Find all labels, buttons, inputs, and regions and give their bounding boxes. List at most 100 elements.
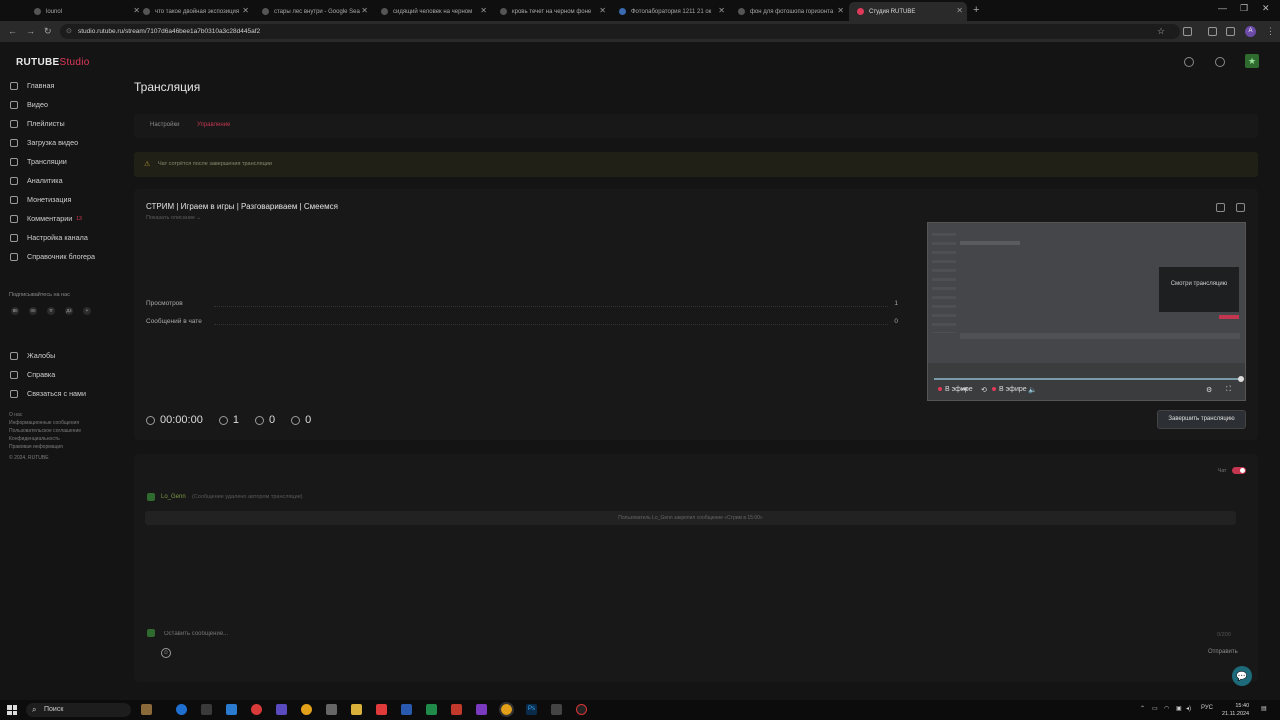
message-author[interactable]: Lo_Genn [161,494,186,500]
browser-tab[interactable]: что такое двойная экспозиция ✕ [135,2,253,21]
close-icon[interactable]: ✕ [361,6,368,15]
chat-toggle[interactable] [1232,467,1246,474]
file-manager-icon[interactable] [201,704,212,715]
extensions-icon[interactable] [1183,27,1192,36]
sidebar-item-home[interactable]: Главная [10,81,54,90]
finish-stream-button[interactable]: Завершить трансляцию [1157,410,1246,429]
chat-message-input[interactable] [164,631,1064,637]
tab-management[interactable]: Управление [197,122,230,128]
skip-next-icon[interactable]: ⏭ [961,386,967,394]
tray-lang[interactable]: РУС [1201,705,1213,711]
footer-link-legal[interactable]: Правовая информация [9,444,63,450]
window-close-icon[interactable]: ✕ [1262,3,1270,14]
close-icon[interactable]: ✕ [956,6,963,15]
browser-tab[interactable]: стары лес внутри - Google Sea ✕ [254,2,372,21]
excel-icon[interactable] [426,704,437,715]
obs-icon[interactable] [576,704,587,715]
send-button[interactable]: Отправить [1208,649,1238,655]
url-bar[interactable]: ⊙ studio.rutube.ru/stream/7107d6a46bee1a… [60,24,1180,39]
fullscreen-icon[interactable]: ⛶ [1226,386,1231,394]
footer-link-info[interactable]: Информационные сообщения [9,420,79,426]
sidebar-item-comments[interactable]: Комментарии 13 [10,214,82,223]
network-icon[interactable]: ▣ [1176,705,1182,712]
sidebar-item-streams[interactable]: Трансляции [10,157,67,166]
browser-tab[interactable]: Фотолаборатория 1211 21 ок ✕ [611,2,729,21]
sidebar-item-channel-settings[interactable]: Настройка канала [10,233,88,242]
widget-icon[interactable] [141,704,152,715]
app-icon[interactable] [551,704,562,715]
vk-icon[interactable]: вк [11,307,19,315]
show-description-link[interactable]: Показать описание ⌄ [146,215,201,221]
notifications-bell-icon[interactable] [1215,57,1225,67]
sidebar-item-blogger-guide[interactable]: Справочник блогера [10,252,95,261]
yandex-browser-icon[interactable] [251,704,262,715]
volume-icon[interactable]: 🔈 [1028,386,1037,394]
more-social-icon[interactable]: + [83,307,91,315]
close-icon[interactable]: ✕ [480,6,487,15]
share-icon[interactable] [1216,203,1225,212]
telegram-icon[interactable]: тг [47,307,55,315]
browser-tab[interactable]: фон для фотошопа горизонта ✕ [730,2,848,21]
profile-avatar[interactable]: А [1245,26,1256,37]
close-icon[interactable]: ✕ [599,6,606,15]
bookmark-star-icon[interactable]: ☆ [1157,26,1165,37]
app-icon[interactable] [276,704,287,715]
downloads-icon[interactable] [1208,27,1217,36]
sidebar-item-upload[interactable]: Загрузка видео [10,138,78,147]
progress-knob[interactable] [1238,376,1244,382]
footer-link-terms[interactable]: Пользовательское соглашение [9,428,81,434]
browser-tab[interactable]: сидящий человек на черном ✕ [373,2,491,21]
sidebar-item-monetization[interactable]: Монетизация [10,195,71,204]
sidebar-item-video[interactable]: Видео [10,100,48,109]
player-progress-bar[interactable] [934,376,1244,382]
chrome-active-icon[interactable] [499,702,514,717]
channel-avatar[interactable]: ★ [1245,54,1259,68]
footer-link-about[interactable]: О нас [9,412,22,418]
photoshop-icon[interactable]: Ps [526,704,537,715]
stream-player[interactable]: Смотри трансляцию В эфире ⏭ ⟲ В эфире 🔈 … [927,222,1246,401]
rutube-studio-logo[interactable]: RUTUBEStudio [16,57,90,68]
new-tab-button[interactable]: + [973,4,979,16]
calculator-icon[interactable] [326,704,337,715]
minimize-icon[interactable]: — [1218,3,1227,13]
wifi-icon[interactable]: ◠ [1164,705,1169,712]
yandex-icon[interactable] [376,704,387,715]
browser-tab[interactable]: lounol ✕ [26,2,144,21]
external-link-icon[interactable] [1236,203,1245,212]
sidebar-item-playlists[interactable]: Плейлисты [10,119,65,128]
footer-link-privacy[interactable]: Конфиденциальность [9,436,60,442]
forward-icon[interactable]: → [26,26,35,36]
folder-icon[interactable] [351,704,362,715]
sidebar-item-analytics[interactable]: Аналитика [10,176,63,185]
close-icon[interactable]: ✕ [837,6,844,15]
store-icon[interactable] [226,704,237,715]
chrome-icon[interactable] [301,704,312,715]
back-icon[interactable]: ← [8,26,17,36]
sidebar-toggle-icon[interactable] [1226,27,1235,36]
close-icon[interactable]: ✕ [242,6,249,15]
site-info-icon[interactable]: ⊙ [66,24,72,39]
taskbar-search[interactable]: ⌕ Поиск [26,703,131,717]
ok-icon[interactable]: ок [29,307,37,315]
volume-icon[interactable]: ◂) [1186,705,1191,712]
taskbar-clock[interactable]: 15:40 21.11.2024 [1222,702,1249,718]
app-icon[interactable] [476,704,487,715]
tab-settings[interactable]: Настройки [150,122,179,128]
edge-icon[interactable] [176,704,187,715]
maximize-icon[interactable]: ❐ [1240,3,1248,14]
tray-app-icon[interactable]: ▭ [1152,705,1158,712]
settings-gear-icon[interactable]: ⚙ [1206,386,1212,394]
sidebar-item-help[interactable]: Справка [10,370,55,379]
browser-tab[interactable]: кровь течет на черном фоне ✕ [492,2,610,21]
sidebar-item-contact[interactable]: Связаться с нами [10,389,86,398]
reload-icon[interactable]: ↻ [44,26,52,37]
tray-chevron-icon[interactable]: ⌃ [1140,705,1145,712]
emoji-icon[interactable]: ☺ [161,648,171,658]
rewind-icon[interactable]: ⟲ [981,386,987,394]
upload-icon[interactable] [1184,57,1194,67]
live-button[interactable]: В эфире [992,386,1027,393]
dzen-icon[interactable]: дз [65,307,73,315]
menu-dots-icon[interactable]: ⋮ [1266,26,1275,37]
sidebar-item-complaints[interactable]: Жалобы [10,351,55,360]
close-icon[interactable]: ✕ [718,6,725,15]
